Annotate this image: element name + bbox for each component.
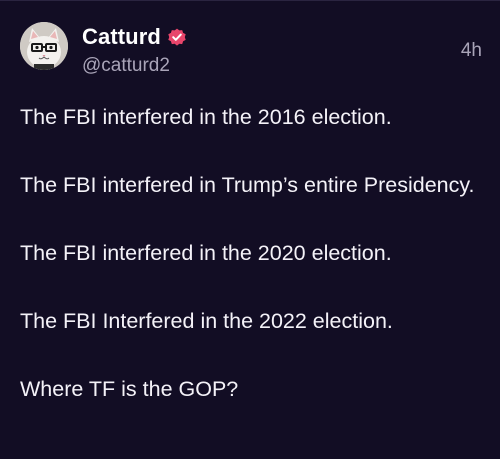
post-timestamp[interactable]: 4h [461,40,482,62]
verified-badge-icon [167,27,187,47]
post-paragraph: The FBI interfered in the 2016 election. [20,105,392,129]
post: Catturd @catturd2 4h The FBI interfered … [0,0,500,459]
avatar[interactable] [20,22,68,70]
cat-avatar-icon [20,22,68,70]
post-paragraph: Where TF is the GOP? [20,377,239,401]
author-name-row: Catturd [82,24,187,50]
author-display-name[interactable]: Catturd [82,24,161,50]
post-body: The FBI interfered in the 2016 election.… [20,103,490,403]
post-paragraph: The FBI interfered in Trump’s entire Pre… [20,173,475,197]
post-paragraph: The FBI Interfered in the 2022 election. [20,309,393,333]
author-handle[interactable]: @catturd2 [82,55,170,77]
post-paragraph: The FBI interfered in the 2020 election. [20,241,392,265]
